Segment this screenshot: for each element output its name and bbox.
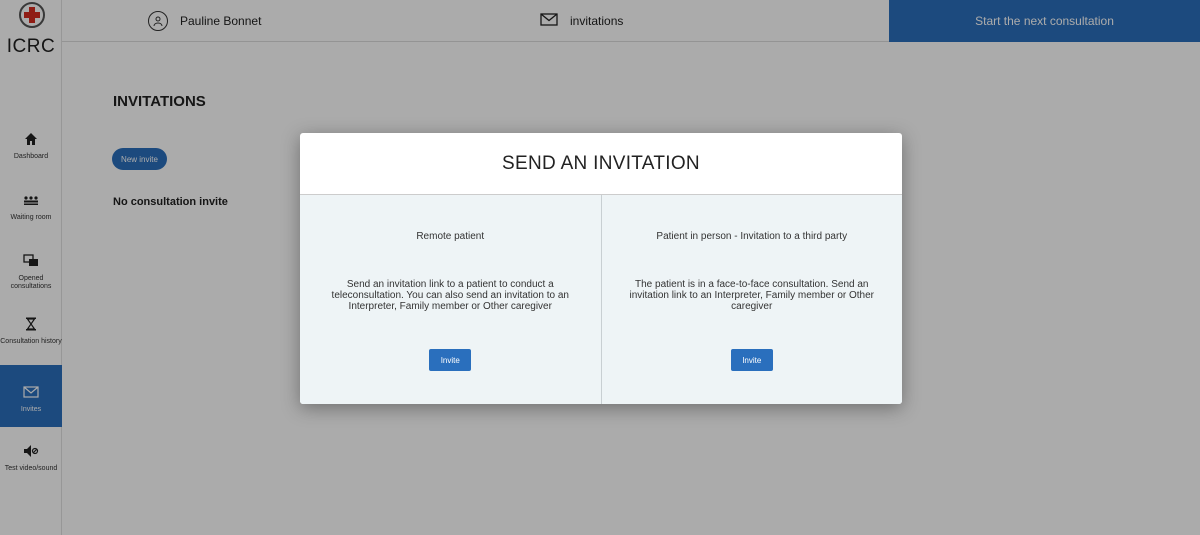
option-title: Remote patient [416, 231, 485, 242]
modal-title: SEND AN INVITATION [502, 152, 700, 174]
invite-third-party-button[interactable]: Invite [730, 349, 773, 371]
option-title: Patient in person - Invitation to a thir… [656, 231, 848, 242]
option-description: Send an invitation link to a patient to … [331, 279, 569, 312]
modal-body: Remote patient Send an invitation link t… [300, 195, 902, 404]
option-description: The patient is in a face-to-face consult… [629, 279, 875, 312]
patient-in-person-option: Patient in person - Invitation to a thir… [600, 195, 902, 404]
remote-patient-option: Remote patient Send an invitation link t… [300, 195, 601, 404]
modal-header: SEND AN INVITATION [300, 133, 902, 195]
send-invitation-modal: SEND AN INVITATION Remote patient Send a… [300, 133, 902, 404]
invite-remote-patient-button[interactable]: Invite [429, 349, 472, 371]
